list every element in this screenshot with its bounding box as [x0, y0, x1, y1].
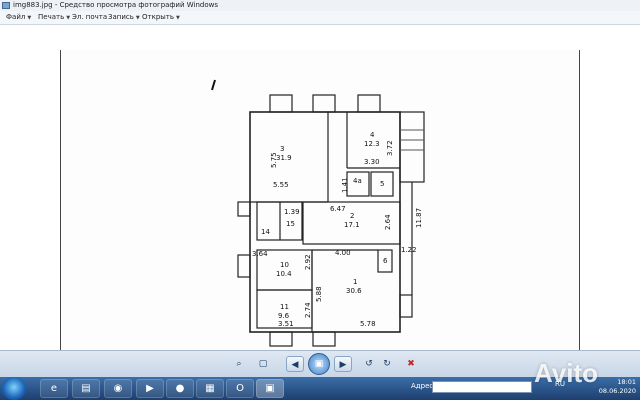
room-label: 1 — [353, 278, 358, 286]
rotate-left-icon[interactable]: ↺ — [362, 356, 376, 372]
menu-print[interactable]: Печать ▼ — [38, 11, 70, 24]
chevron-down-icon: ▼ — [27, 15, 32, 21]
previous-button[interactable]: ◀ — [286, 356, 304, 372]
media-player-icon: ▶ — [146, 383, 154, 394]
room-area: 31.9 — [276, 154, 292, 162]
clock-time: 18:01 — [617, 378, 636, 386]
dimension-label: 6.47 — [330, 205, 346, 213]
internet-explorer-icon: e — [50, 383, 58, 394]
firefox-taskbar-button[interactable]: ● — [166, 379, 194, 398]
chevron-down-icon: ▼ — [66, 15, 71, 21]
room-label: 14 — [261, 228, 270, 236]
room-area: 9.6 — [278, 312, 290, 320]
menu-email[interactable]: Эл. почта — [72, 11, 107, 24]
room-label: 4 — [370, 131, 375, 139]
dimension-label: 2.74 — [304, 302, 312, 318]
address-label: Адрес — [411, 382, 434, 390]
photo-viewer-icon — [2, 2, 10, 9]
chrome-icon: ◉ — [113, 383, 123, 394]
document-icon: ▦ — [205, 383, 215, 394]
window-title: img883.jpg - Средство просмотра фотограф… — [13, 1, 218, 9]
room-label: 6 — [383, 257, 388, 265]
room-area: 30.6 — [346, 287, 362, 295]
previous-icon: ◀ — [291, 360, 299, 370]
room-label: 4а — [353, 177, 362, 185]
dimension-label: 5.75 — [270, 152, 278, 168]
explorer-taskbar-button[interactable]: ▤ — [72, 379, 100, 398]
photo-viewer-taskbar-button[interactable]: ▣ — [256, 379, 284, 398]
room-label: 3 — [280, 145, 285, 153]
floor-plan-drawing — [211, 79, 425, 347]
room-label: 2 — [350, 212, 355, 220]
word-taskbar-button[interactable]: ▦ — [196, 379, 224, 398]
menu-open[interactable]: Открыть ▼ — [142, 11, 180, 24]
opera-taskbar-button[interactable]: O — [226, 379, 254, 398]
room-label: 15 — [286, 220, 295, 228]
dimension-label: 3.64 — [252, 250, 268, 258]
chevron-down-icon: ▼ — [176, 15, 180, 21]
next-icon: ▶ — [339, 360, 347, 370]
clock-date: 08.06.2020 — [598, 387, 636, 395]
menu-bar: Файл ▼ Печать ▼ Эл. почта Запись ▼ Открыть ▼ — [0, 11, 640, 25]
opera-icon: O — [236, 383, 244, 394]
fit-window-icon[interactable]: ▢ — [256, 356, 270, 372]
dimension-label: 3.72 — [386, 140, 394, 156]
room-label: 10 — [280, 261, 289, 269]
magnifier-icon[interactable]: ⌕ — [232, 356, 246, 372]
dimension-label: 11.87 — [415, 207, 423, 228]
dimension-label: 5.88 — [315, 286, 323, 302]
room-area: 10.4 — [276, 270, 292, 278]
dimension-label: 2.64 — [384, 214, 392, 230]
scanned-floor-plan: 3 31.9 4 12.3 4а 5 2 17.1 15 14 10 10.4 … — [60, 50, 580, 375]
room-label: 11 — [280, 303, 289, 311]
rotate-right-icon[interactable]: ↻ — [380, 356, 394, 372]
menu-file[interactable]: Файл ▼ — [6, 11, 31, 24]
delete-icon[interactable]: ✖ — [404, 356, 418, 372]
media-taskbar-button[interactable]: ▶ — [136, 379, 164, 398]
firefox-icon: ● — [175, 383, 185, 394]
menu-burn[interactable]: Запись ▼ — [108, 11, 140, 24]
slideshow-button[interactable]: ▣ — [308, 353, 330, 375]
dimension-label: 3.30 — [364, 158, 380, 166]
room-area: 12.3 — [364, 140, 380, 148]
dimension-label: 5.55 — [273, 181, 289, 189]
slideshow-icon: ▣ — [314, 359, 324, 369]
dimension-label: 2.92 — [304, 254, 312, 270]
dimension-label: 5.78 — [360, 320, 376, 328]
image-viewport: 3 31.9 4 12.3 4а 5 2 17.1 15 14 10 10.4 … — [0, 25, 640, 375]
avito-watermark: Avito — [534, 358, 599, 388]
chevron-down-icon: ▼ — [135, 15, 140, 21]
dimension-label: 3.51 — [278, 320, 294, 328]
room-area: 17.1 — [344, 221, 360, 229]
ie-taskbar-button[interactable]: e — [40, 379, 68, 398]
photo-viewer-icon: ▣ — [265, 383, 275, 394]
start-button[interactable] — [2, 377, 26, 400]
address-input[interactable] — [432, 381, 532, 393]
dimension-label: 1.41 — [341, 177, 349, 193]
folder-icon: ▤ — [81, 383, 91, 394]
chrome-taskbar-button[interactable]: ◉ — [104, 379, 132, 398]
room-label: 5 — [380, 180, 385, 188]
dimension-label: 1.22 — [401, 246, 417, 254]
next-button[interactable]: ▶ — [334, 356, 352, 372]
system-clock[interactable]: 18:01 08.06.2020 — [599, 378, 636, 396]
dimension-label: 1.39 — [284, 208, 300, 216]
dimension-label: 4.00 — [335, 249, 351, 257]
